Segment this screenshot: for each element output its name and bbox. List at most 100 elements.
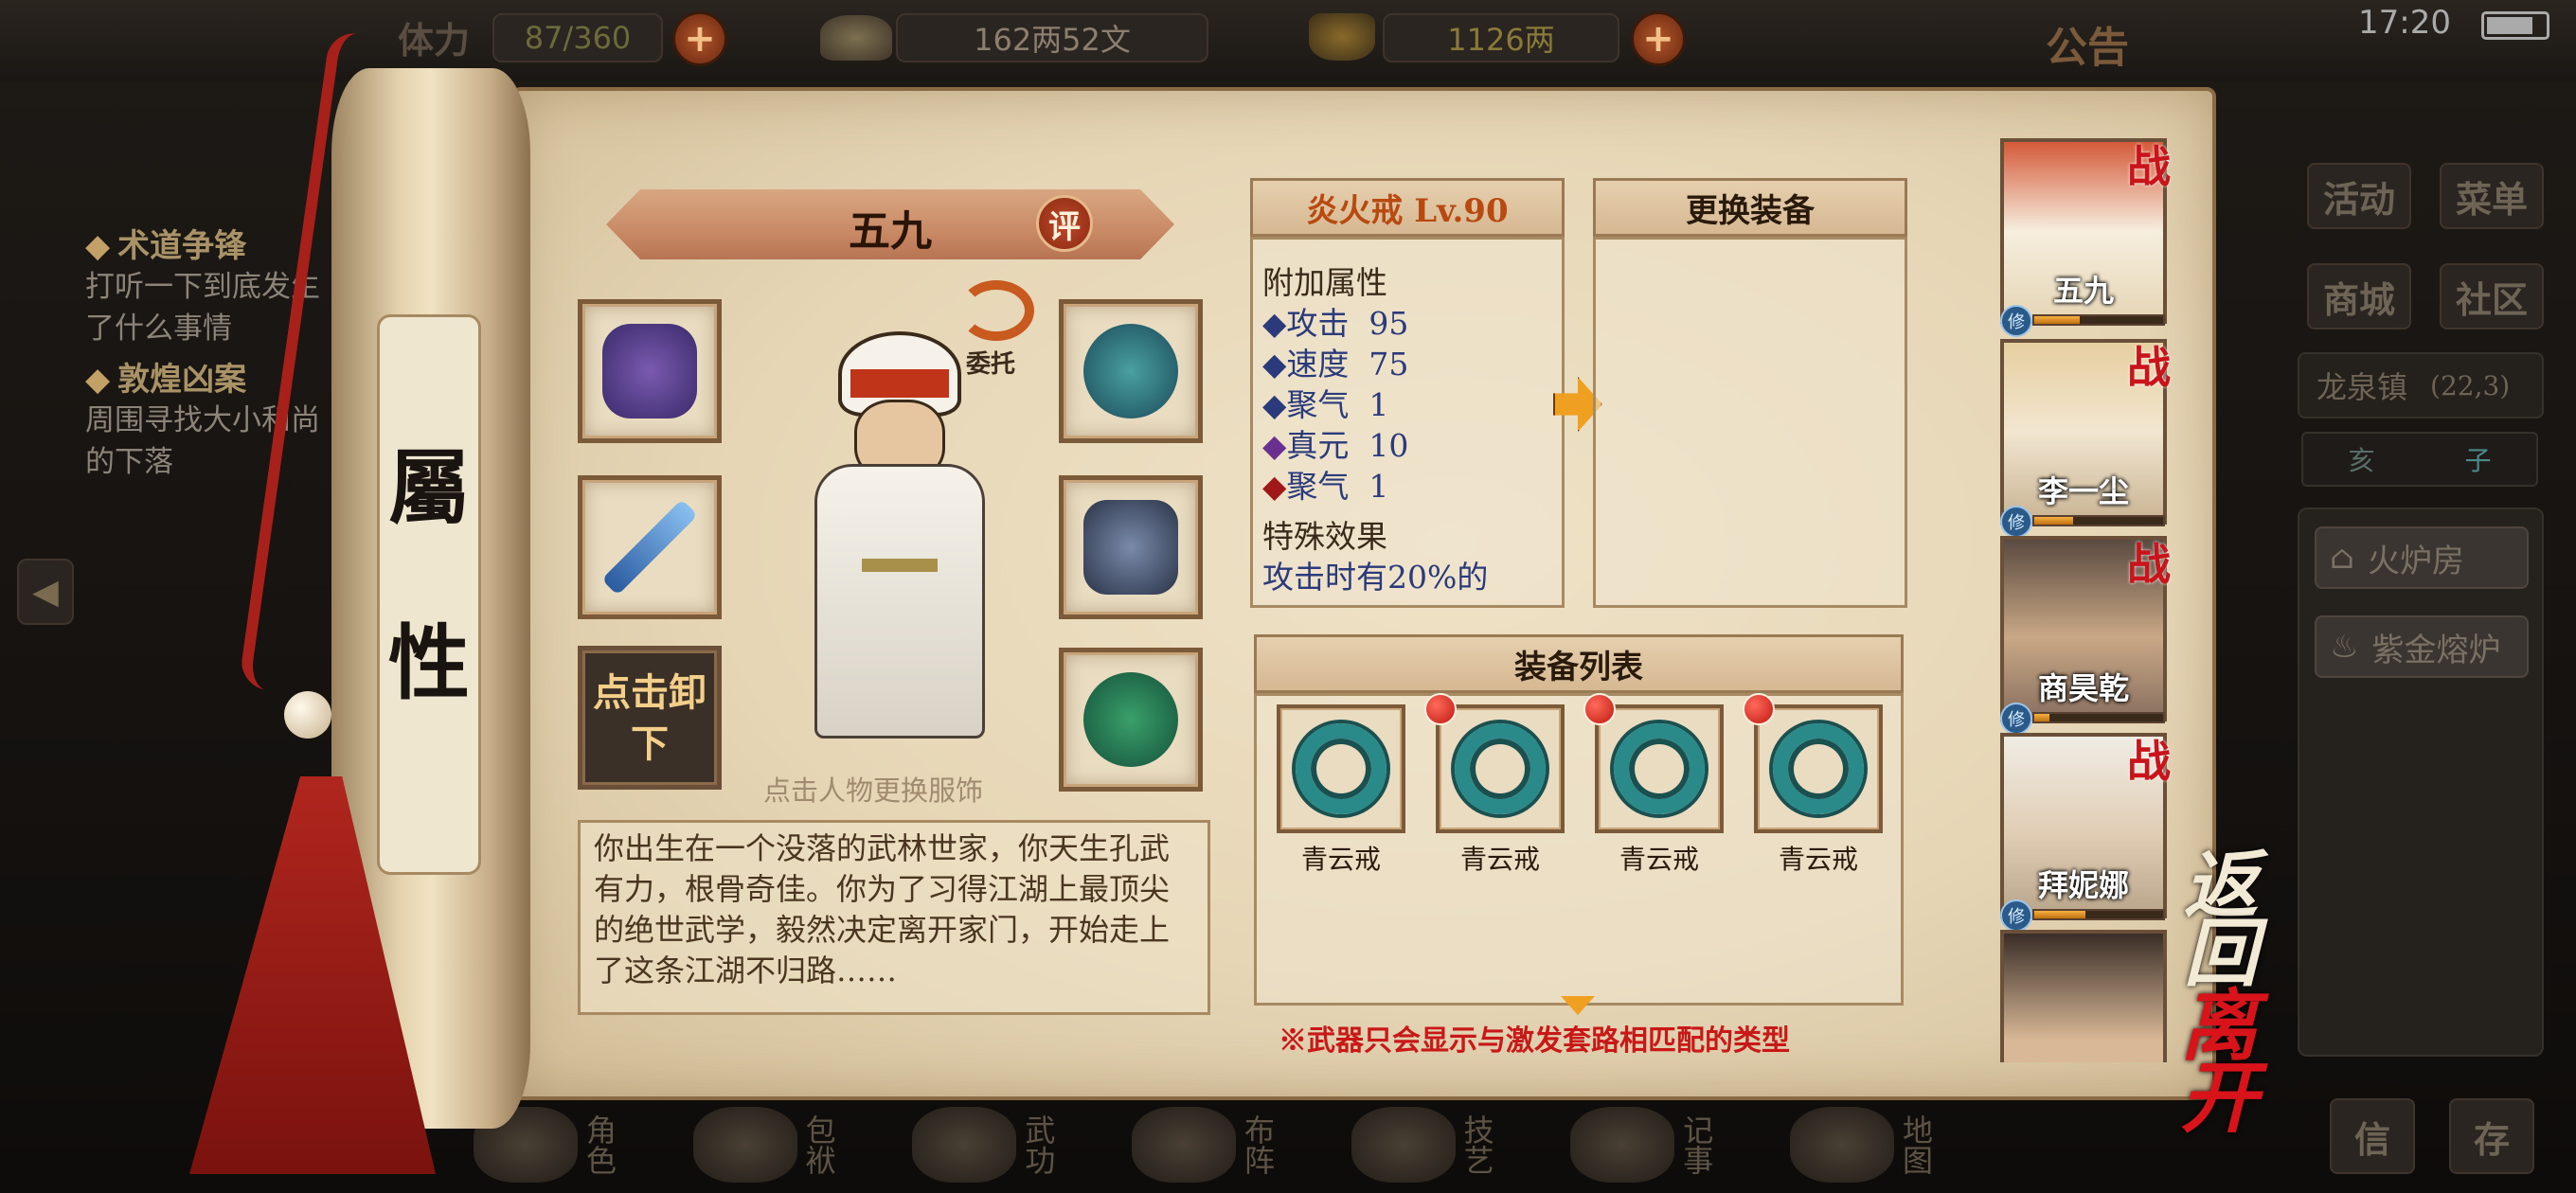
nav-label: 角色 — [581, 1114, 617, 1175]
equip-slot-weapon[interactable] — [578, 475, 722, 619]
battle-badge: 战 — [2127, 736, 2171, 787]
gold-ingot-icon — [1309, 13, 1375, 61]
battle-badge: 战 — [2127, 342, 2171, 393]
member-name: 商昊乾 — [2037, 670, 2129, 706]
nav-label: 武功 — [1020, 1114, 1057, 1175]
location-name: 龙泉镇 — [2317, 369, 2408, 405]
activity-button[interactable]: 活动 — [2307, 163, 2411, 229]
equip-slot-armor[interactable] — [1059, 475, 1203, 619]
character-description: 你出生在一个没落的武林世家，你天生孔武有力，根骨奇佳。你为了习得江湖上最顶尖的绝… — [578, 820, 1210, 1015]
diamond-icon: ◆ — [85, 227, 111, 265]
replace-title: 更换装备 — [1593, 178, 1907, 237]
nav-bag[interactable]: 包袱 — [692, 1096, 837, 1193]
member-name: 拜妮娜 — [2037, 867, 2129, 903]
item-name: 青云戒 — [1619, 844, 1699, 875]
bottom-nav: 角色 包袱 武功 布阵 技艺 记事 地图 — [474, 1096, 1934, 1193]
member-name: 五九 — [2052, 273, 2114, 309]
current-item-title: 炎火戒 Lv.90 — [1250, 178, 1565, 237]
equip-slot-accessory[interactable] — [1059, 648, 1203, 792]
party-member[interactable] — [2000, 930, 2167, 1062]
special-heading: 特殊效果 — [1262, 518, 1387, 555]
location-coords: (22,3) — [2430, 369, 2511, 401]
member-name: 李一尘 — [2037, 473, 2129, 509]
new-badge — [1583, 693, 1616, 725]
add-stamina-button[interactable]: + — [672, 11, 727, 66]
equip-list-item[interactable]: 青云戒 — [1595, 704, 1724, 877]
equip-list-title: 装备列表 — [1254, 634, 1904, 693]
quest-title: 术道争锋 — [117, 227, 247, 265]
nav-label: 布阵 — [1239, 1114, 1276, 1175]
equip-list-item[interactable]: 青云戒 — [1277, 704, 1405, 877]
add-gold-button[interactable]: + — [1631, 11, 1686, 66]
community-button[interactable]: 社区 — [2440, 263, 2544, 329]
diamond-icon: ◆ — [1262, 305, 1287, 342]
silver-icon — [820, 15, 892, 61]
item-name: 青云戒 — [1300, 844, 1381, 875]
diamond-icon: ◆ — [1262, 468, 1287, 505]
attr-row: ◆真元 10 — [1262, 427, 1409, 464]
battle-badge: 战 — [2127, 141, 2171, 192]
item-frame — [1754, 704, 1883, 833]
unequip-button[interactable]: 点击卸下 — [578, 646, 722, 790]
xp-fill — [2034, 316, 2080, 324]
equip-slot-helmet[interactable] — [1059, 299, 1203, 443]
time-of-day-bar: 亥子 — [2301, 432, 2538, 487]
save-button[interactable]: 存 — [2449, 1098, 2534, 1174]
furnace-room-button[interactable]: ⌂ 火炉房 — [2315, 526, 2529, 589]
unequip-label: 点击卸下 — [593, 670, 707, 766]
leave-button[interactable]: 离开 — [2180, 988, 2303, 1137]
house-icon: ⌂ — [2330, 539, 2354, 577]
shop-button[interactable]: 商城 — [2307, 263, 2411, 329]
time-next: 子 — [2464, 445, 2492, 476]
letter-button[interactable]: 信 — [2330, 1098, 2415, 1174]
journal-icon — [1570, 1107, 1675, 1183]
tassel-bead — [284, 691, 331, 739]
location-display[interactable]: 龙泉镇 (22,3) — [2298, 352, 2544, 418]
ring-icon — [1614, 723, 1705, 814]
xp-bar — [2032, 712, 2165, 723]
skills-icon — [1351, 1107, 1456, 1183]
delegate-refresh-icon[interactable] — [958, 280, 1034, 341]
back-button[interactable]: 返回 — [2184, 849, 2298, 991]
robe — [814, 464, 985, 739]
attribute-tab[interactable]: 屬 性 — [377, 314, 481, 875]
xp-bar — [2032, 909, 2165, 920]
belt — [862, 559, 938, 572]
nav-journal[interactable]: 记事 — [1570, 1096, 1714, 1193]
gold-furnace-button[interactable]: ♨ 紫金熔炉 — [2315, 615, 2529, 678]
equip-list-item[interactable]: 青云戒 — [1436, 704, 1565, 877]
bagua-icon — [1131, 1107, 1236, 1183]
notice-button[interactable]: 公告 — [2046, 13, 2129, 74]
xp-bar — [2032, 314, 2165, 326]
item-name: 青云戒 — [1778, 844, 1858, 875]
jade-icon — [1083, 672, 1178, 767]
rate-button[interactable]: 评 — [1036, 195, 1093, 252]
attrs-heading: 附加属性 — [1262, 264, 1387, 301]
item-name: 青云戒 — [1459, 844, 1540, 875]
clock: 17:20 — [2358, 4, 2451, 42]
nav-label: 包袱 — [800, 1114, 837, 1175]
current-item-details: 附加属性 ◆攻击 95 ◆速度 75 ◆聚气 1 ◆真元 10 ◆聚气 1 特殊… — [1250, 237, 1565, 608]
nav-map[interactable]: 地图 — [1789, 1096, 1934, 1193]
nav-skills[interactable]: 技艺 — [1351, 1096, 1495, 1193]
book-icon — [912, 1107, 1017, 1183]
furnace-room-label: 火炉房 — [2367, 542, 2464, 580]
collapse-left-arrow-icon[interactable]: ◀ — [17, 559, 74, 625]
attr-row: ◆聚气 1 — [1262, 386, 1389, 423]
tab-char-2: 性 — [388, 615, 470, 711]
character-name: 五九 — [849, 207, 932, 256]
equip-slot-gloves[interactable] — [578, 299, 722, 443]
diamond-icon: ◆ — [1262, 386, 1287, 423]
bag-icon — [692, 1107, 797, 1183]
new-badge — [1424, 693, 1457, 725]
equip-list-item[interactable]: 青云戒 — [1754, 704, 1883, 877]
replace-details — [1593, 237, 1907, 608]
diamond-icon: ◆ — [1262, 346, 1287, 383]
delegate-label[interactable]: 委托 — [966, 345, 1015, 380]
item-frame — [1277, 704, 1405, 833]
nav-label: 技艺 — [1458, 1114, 1495, 1175]
menu-button[interactable]: 菜单 — [2440, 163, 2544, 229]
nav-martial[interactable]: 武功 — [912, 1096, 1057, 1193]
ring-icon — [1773, 723, 1864, 814]
nav-formation[interactable]: 布阵 — [1131, 1096, 1276, 1193]
